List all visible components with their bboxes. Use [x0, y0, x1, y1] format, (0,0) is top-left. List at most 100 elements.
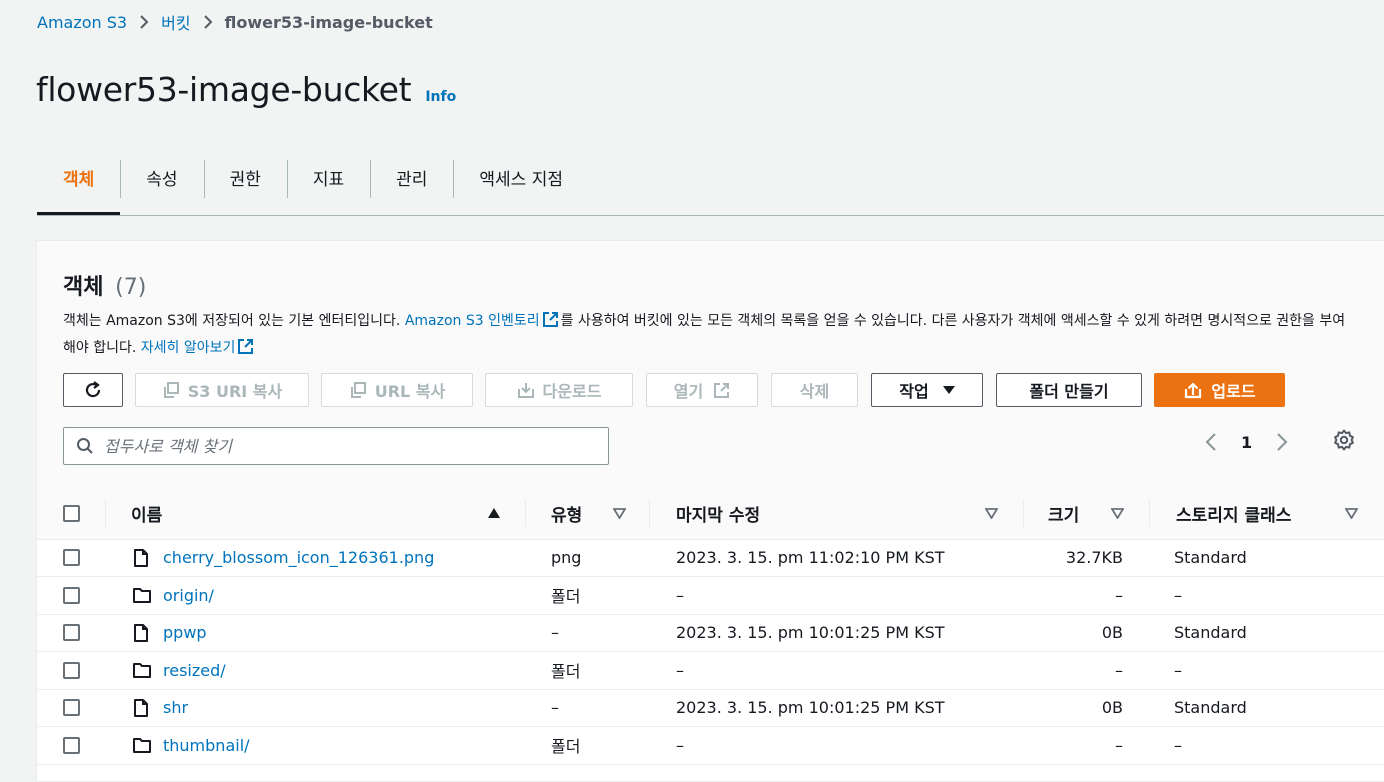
table-row[interactable]: thumbnail/폴더 – – –	[37, 727, 1384, 765]
chevron-right-icon	[139, 14, 149, 30]
tab-objects[interactable]: 객체	[37, 158, 121, 215]
table-header: 이름 유형 마지막 수정 크기 스토리지 클래스	[37, 487, 1384, 540]
table-row[interactable]: resized/폴더 – – –	[37, 652, 1384, 690]
external-link-icon	[542, 311, 559, 336]
tab-management[interactable]: 관리	[370, 158, 453, 198]
tab-metrics[interactable]: 지표	[286, 158, 370, 198]
search-input[interactable]	[102, 435, 608, 457]
copy-url-label: URL 복사	[374, 382, 446, 401]
object-size: –	[1115, 735, 1123, 755]
object-name-link[interactable]: resized/	[163, 652, 226, 689]
create-folder-button[interactable]: 폴더 만들기	[996, 373, 1142, 407]
object-type: 폴더	[551, 662, 581, 681]
objects-title: 객체	[63, 275, 104, 300]
table-row[interactable]: ppwp – 2023. 3. 15. pm 10:01:25 PM KST 0B St…	[37, 614, 1384, 652]
object-name-link[interactable]: cherry_blossom_icon_126361.png	[163, 539, 434, 576]
file-icon	[133, 614, 149, 651]
object-storage-class: Standard	[1174, 548, 1247, 567]
col-last-modified[interactable]: 마지막 수정	[676, 487, 760, 539]
search-icon	[76, 437, 94, 455]
col-storage-class[interactable]: 스토리지 클래스	[1176, 487, 1291, 539]
actions-dropdown[interactable]: 작업	[871, 373, 983, 407]
col-name[interactable]: 이름	[131, 487, 162, 539]
row-checkbox-cell	[63, 652, 80, 689]
copy-icon	[162, 381, 188, 399]
breadcrumb-current: flower53-image-bucket	[224, 12, 433, 32]
object-type: –	[551, 698, 559, 717]
object-type: 폴더	[551, 737, 581, 756]
learn-more-link[interactable]: 자세히 알아보기	[140, 339, 257, 356]
copy-s3-uri-button[interactable]: S3 URI 복사	[135, 373, 309, 407]
object-name-link[interactable]: ppwp	[163, 614, 207, 651]
row-checkbox-cell	[63, 727, 80, 764]
row-checkbox[interactable]	[63, 661, 80, 679]
download-button[interactable]: 다운로드	[485, 373, 633, 407]
download-icon	[517, 381, 543, 399]
folder-icon	[133, 652, 151, 689]
object-name-link[interactable]: origin/	[163, 577, 214, 614]
tab-permissions[interactable]: 권한	[203, 158, 287, 198]
object-last-modified: –	[676, 585, 684, 605]
chevron-left-icon[interactable]	[1205, 432, 1217, 452]
row-checkbox[interactable]	[63, 699, 80, 716]
copy-url-button[interactable]: URL 복사	[321, 373, 473, 407]
inventory-link[interactable]: Amazon S3 인벤토리	[404, 312, 561, 329]
refresh-icon	[83, 380, 103, 400]
copy-s3-uri-label: S3 URI 복사	[187, 382, 283, 401]
delete-button[interactable]: 삭제	[771, 373, 858, 407]
row-checkbox[interactable]	[63, 736, 80, 754]
select-all-checkbox[interactable]	[63, 487, 80, 539]
download-label: 다운로드	[542, 382, 602, 401]
breadcrumb-buckets[interactable]: 버킷	[161, 10, 190, 34]
breadcrumb: Amazon S3 버킷 flower53-image-bucket	[37, 10, 433, 34]
chevron-right-icon	[203, 14, 213, 30]
col-size[interactable]: 크기	[1048, 487, 1079, 539]
table-row[interactable]: origin/폴더 – – –	[37, 577, 1384, 615]
object-name-link[interactable]: thumbnail/	[163, 727, 250, 764]
upload-button[interactable]: 업로드	[1154, 373, 1285, 407]
row-checkbox[interactable]	[63, 549, 80, 566]
tab-access-points[interactable]: 액세스 지점	[453, 158, 589, 198]
inventory-link-label: Amazon S3 인벤토리	[404, 313, 540, 329]
col-type[interactable]: 유형	[551, 487, 582, 539]
page-number[interactable]: 1	[1241, 433, 1252, 452]
sort-icon[interactable]	[1111, 487, 1124, 539]
objects-heading: 객체 (7)	[63, 269, 146, 301]
object-type: –	[551, 623, 559, 642]
checkbox[interactable]	[63, 504, 80, 522]
object-size: 0B	[1101, 698, 1123, 717]
sort-ascending-icon[interactable]	[487, 487, 501, 539]
settings-gear-icon[interactable]	[1333, 429, 1355, 455]
refresh-button[interactable]	[63, 373, 123, 407]
object-name-link[interactable]: shr	[163, 689, 188, 726]
objects-description: 객체는 Amazon S3에 저장되어 있는 기본 엔터티입니다. Amazon…	[63, 309, 1353, 363]
folder-icon	[133, 577, 151, 614]
object-storage-class: Standard	[1174, 623, 1247, 642]
row-checkbox-cell	[63, 539, 80, 576]
tab-properties[interactable]: 속성	[120, 158, 203, 198]
table-row[interactable]: cherry_blossom_icon_126361.png png 2023. 3…	[37, 539, 1384, 577]
chevron-right-icon[interactable]	[1276, 432, 1288, 452]
desc-text-1: 객체는 Amazon S3에 저장되어 있는 기본 엔터티입니다.	[63, 313, 405, 329]
object-size: 32.7KB	[1065, 548, 1123, 567]
object-last-modified: –	[676, 660, 684, 680]
sort-icon[interactable]	[613, 487, 626, 539]
sort-icon[interactable]	[1345, 487, 1358, 539]
row-checkbox[interactable]	[63, 624, 80, 641]
sort-icon[interactable]	[985, 487, 998, 539]
object-last-modified: –	[676, 735, 684, 755]
info-link[interactable]: Info	[425, 89, 456, 105]
table-row[interactable]: shr – 2023. 3. 15. pm 10:01:25 PM KST 0B Sta…	[37, 689, 1384, 727]
object-last-modified: 2023. 3. 15. pm 11:02:10 PM KST	[676, 548, 945, 567]
object-last-modified: 2023. 3. 15. pm 10:01:25 PM KST	[676, 623, 945, 642]
row-checkbox[interactable]	[63, 586, 80, 604]
objects-count: (7)	[115, 275, 147, 300]
learn-more-label: 자세히 알아보기	[140, 340, 236, 356]
file-icon	[133, 689, 149, 726]
pagination: 1	[1205, 427, 1288, 457]
breadcrumb-amazon-s3[interactable]: Amazon S3	[37, 13, 127, 32]
object-last-modified: 2023. 3. 15. pm 10:01:25 PM KST	[676, 698, 945, 717]
open-button[interactable]: 열기	[646, 373, 758, 407]
file-icon	[133, 539, 149, 576]
external-link-icon	[713, 382, 730, 399]
